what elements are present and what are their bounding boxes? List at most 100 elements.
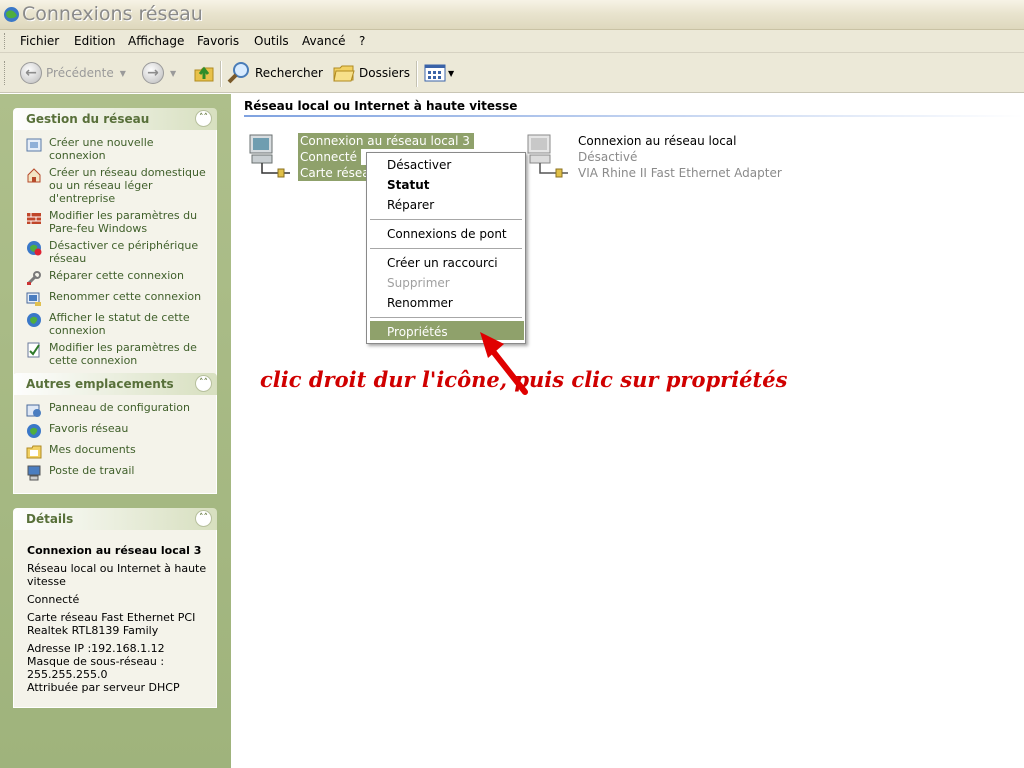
- forward-arrow-icon: →: [142, 62, 164, 84]
- details-status: Connecté: [27, 593, 80, 606]
- menu-avance[interactable]: Avancé: [302, 34, 346, 48]
- details-assigned: Attribuée par serveur DHCP: [27, 681, 180, 694]
- views-button[interactable]: ▼: [424, 61, 454, 85]
- red-arrow-icon: [480, 332, 528, 395]
- task-new-connection[interactable]: Créer une nouvelle connexion: [26, 136, 212, 162]
- menu-fichier[interactable]: Fichier: [20, 34, 59, 48]
- search-button[interactable]: Rechercher: [227, 61, 323, 85]
- views-dropdown-icon[interactable]: ▼: [448, 69, 454, 78]
- menu-separator: [370, 317, 522, 318]
- category-divider: [244, 115, 1024, 117]
- context-menu: Désactiver Statut Réparer Connexions de …: [366, 152, 526, 344]
- forward-button[interactable]: → ▼: [142, 61, 176, 85]
- connection-device-lan: VIA Rhine II Fast Ethernet Adapter: [578, 166, 782, 180]
- menu-outils[interactable]: Outils: [254, 34, 289, 48]
- back-dropdown-icon[interactable]: ▼: [120, 69, 126, 78]
- status-icon: [27, 313, 41, 327]
- task-home-network[interactable]: Créer un réseau domestique ou un réseau …: [26, 166, 212, 205]
- content-area[interactable]: [231, 94, 1024, 768]
- place-my-computer[interactable]: Poste de travail: [26, 464, 212, 481]
- task-disable-device[interactable]: Désactiver ce périphérique réseau: [26, 239, 212, 265]
- menu-item-supprimer: Supprimer: [387, 276, 450, 290]
- up-folder-icon: [194, 66, 214, 82]
- task-firewall[interactable]: Modifier les paramètres du Pare-feu Wind…: [26, 209, 212, 235]
- network-tasks-header[interactable]: Gestion du réseau ˄˄: [13, 108, 217, 130]
- network-connections-icon: [4, 7, 19, 22]
- task-pane: Gestion du réseau ˄˄ Créer une nouvelle …: [0, 94, 231, 768]
- place-control-panel[interactable]: Panneau de configuration: [26, 401, 212, 418]
- details-adapter: Carte réseau Fast Ethernet PCI Realtek R…: [27, 611, 196, 637]
- my-documents-icon: [26, 445, 42, 459]
- folders-button[interactable]: Dossiers: [332, 61, 410, 85]
- forward-dropdown-icon[interactable]: ▼: [170, 69, 176, 78]
- connection-item-lan[interactable]: Connexion au réseau local Désactivé VIA …: [578, 133, 782, 181]
- lan-connection-disabled-icon[interactable]: [524, 133, 570, 179]
- toolbar: ← Précédente ▼ → ▼ Rechercher Dossiers ▼: [0, 53, 1024, 93]
- menu-item-reparer[interactable]: Réparer: [387, 198, 434, 212]
- connection-name-lan3: Connexion au réseau local 3: [298, 133, 474, 149]
- details-header[interactable]: Détails ˄˄: [13, 508, 217, 530]
- task-rename[interactable]: Renommer cette connexion: [26, 290, 212, 307]
- home-network-icon: [27, 168, 41, 183]
- menu-help[interactable]: ?: [359, 34, 365, 48]
- settings-icon: [27, 342, 40, 358]
- details-group: Détails ˄˄ Connexion au réseau local 3 R…: [13, 508, 217, 708]
- menu-grip[interactable]: [4, 33, 7, 49]
- search-label: Rechercher: [255, 66, 323, 80]
- search-icon: [227, 62, 249, 84]
- repair-icon: [27, 271, 41, 285]
- disable-network-icon: [27, 241, 42, 256]
- back-label: Précédente: [46, 66, 114, 80]
- menu-item-proprietes[interactable]: Propriétés: [387, 325, 448, 339]
- up-folder-button[interactable]: [193, 61, 215, 85]
- details-title: Détails: [26, 512, 74, 526]
- new-connection-icon: [26, 138, 42, 152]
- task-settings[interactable]: Modifier les paramètres de cette connexi…: [26, 341, 212, 367]
- toolbar-separator: [220, 61, 222, 87]
- task-status[interactable]: Afficher le statut de cette connexion: [26, 311, 212, 337]
- place-my-documents[interactable]: Mes documents: [26, 443, 212, 460]
- collapse-chevron-icon[interactable]: ˄˄: [195, 375, 212, 392]
- category-header: Réseau local ou Internet à haute vitesse: [244, 99, 518, 113]
- network-places-icon: [27, 424, 41, 438]
- menu-item-creer-raccourci[interactable]: Créer un raccourci: [387, 256, 498, 270]
- firewall-icon: [27, 213, 41, 224]
- connection-status-lan: Désactivé: [578, 150, 638, 164]
- network-tasks-group: Gestion du réseau ˄˄ Créer une nouvelle …: [13, 108, 217, 380]
- menu-separator: [370, 248, 522, 249]
- menu-bar: Fichier Edition Affichage Favoris Outils…: [0, 30, 1024, 53]
- menu-item-connexions-de-pont[interactable]: Connexions de pont: [387, 227, 507, 241]
- lan-connection-icon[interactable]: [246, 133, 292, 179]
- my-computer-icon: [27, 465, 41, 481]
- title-bar[interactable]: Connexions réseau: [0, 0, 1024, 30]
- network-tasks-title: Gestion du réseau: [26, 112, 150, 126]
- connection-name-lan: Connexion au réseau local: [578, 134, 737, 148]
- back-arrow-icon: ←: [20, 62, 42, 84]
- toolbar-grip[interactable]: [4, 61, 7, 85]
- details-ip: Adresse IP :192.168.1.12: [27, 642, 165, 655]
- collapse-chevron-icon[interactable]: ˄˄: [195, 110, 212, 127]
- menu-item-statut[interactable]: Statut: [387, 178, 430, 192]
- other-places-title: Autres emplacements: [26, 377, 174, 391]
- connection-status-lan3: Connecté: [298, 149, 361, 165]
- connection-device-lan3: Carte résea: [298, 165, 374, 181]
- menu-separator: [370, 219, 522, 220]
- folders-icon: [333, 65, 355, 82]
- folders-label: Dossiers: [359, 66, 410, 80]
- menu-edition[interactable]: Edition: [74, 34, 116, 48]
- views-icon: [424, 64, 446, 82]
- task-repair[interactable]: Réparer cette connexion: [26, 269, 212, 286]
- control-panel-icon: [26, 404, 41, 417]
- back-button[interactable]: ← Précédente ▼: [20, 61, 126, 85]
- details-mask-label: Masque de sous-réseau :: [27, 655, 165, 668]
- collapse-chevron-icon[interactable]: ˄˄: [195, 510, 212, 527]
- details-name: Connexion au réseau local 3: [27, 544, 202, 557]
- menu-favoris[interactable]: Favoris: [197, 34, 239, 48]
- menu-affichage[interactable]: Affichage: [128, 34, 184, 48]
- other-places-header[interactable]: Autres emplacements ˄˄: [13, 373, 217, 395]
- rename-icon: [26, 292, 41, 306]
- menu-item-desactiver[interactable]: Désactiver: [387, 158, 451, 172]
- place-network-places[interactable]: Favoris réseau: [26, 422, 212, 439]
- menu-item-renommer[interactable]: Renommer: [387, 296, 453, 310]
- details-mask-value: 255.255.255.0: [27, 668, 108, 681]
